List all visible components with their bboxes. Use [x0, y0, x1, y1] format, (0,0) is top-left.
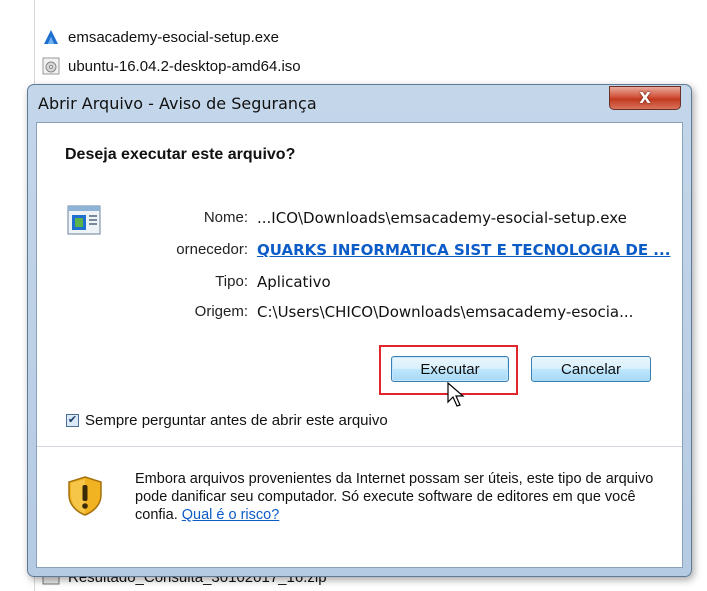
- checkmark-icon: ✔: [67, 414, 78, 426]
- dialog-content: Deseja executar este arquivo? Nome: ...I…: [36, 122, 683, 568]
- cancel-button[interactable]: Cancelar: [531, 356, 651, 382]
- file-item-iso[interactable]: ubuntu-16.04.2-desktop-amd64.iso: [42, 55, 301, 77]
- close-button[interactable]: X: [609, 86, 681, 110]
- always-ask-checkbox-row[interactable]: ✔ Sempre perguntar antes de abrir este a…: [66, 412, 388, 429]
- origin-value: C:\Users\CHICO\Downloads\emsacademy-esoc…: [257, 303, 634, 321]
- dialog-title: Abrir Arquivo - Aviso de Segurança: [38, 94, 317, 113]
- application-icon: [67, 205, 101, 235]
- name-label: Nome:: [203, 209, 248, 226]
- run-button[interactable]: Executar: [391, 356, 509, 382]
- publisher-label: ornecedor:: [176, 241, 248, 258]
- close-icon: X: [639, 89, 651, 107]
- disc-image-icon: [42, 57, 60, 75]
- name-value: ...ICO\Downloads\emsacademy-esocial-setu…: [257, 209, 627, 227]
- file-name: emsacademy-esocial-setup.exe: [68, 28, 279, 46]
- divider: [37, 446, 682, 447]
- origin-label: Origem:: [194, 303, 248, 320]
- type-label: Tipo:: [215, 273, 248, 290]
- risk-link[interactable]: Qual é o risco?: [182, 507, 280, 523]
- always-ask-checkbox[interactable]: ✔: [66, 414, 79, 427]
- type-value: Aplicativo: [257, 273, 331, 291]
- warning-message: Embora arquivos provenientes da Internet…: [135, 470, 665, 524]
- file-name: ubuntu-16.04.2-desktop-amd64.iso: [68, 57, 301, 75]
- question-heading: Deseja executar este arquivo?: [65, 146, 296, 163]
- mouse-pointer-icon: [447, 382, 465, 407]
- title-bar[interactable]: Abrir Arquivo - Aviso de Segurança X: [28, 85, 691, 121]
- arrow-installer-icon: [44, 30, 58, 44]
- publisher-link[interactable]: QUARKS INFORMATICA SIST E TECNOLOGIA DE …: [257, 241, 670, 259]
- security-warning-dialog: Abrir Arquivo - Aviso de Segurança X Des…: [27, 84, 692, 577]
- security-shield-icon: [68, 476, 102, 516]
- file-item-exe[interactable]: emsacademy-esocial-setup.exe: [42, 26, 279, 48]
- always-ask-label: Sempre perguntar antes de abrir este arq…: [85, 412, 388, 429]
